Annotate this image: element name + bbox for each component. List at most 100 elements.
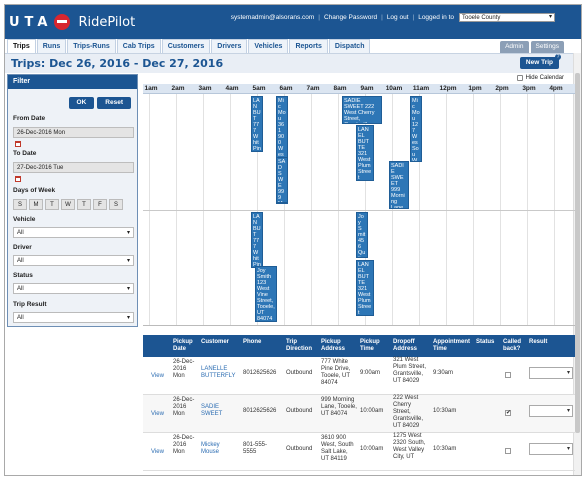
hour-label: 1am [144, 85, 158, 92]
table-header: Pickup Date Customer Phone Trip Directio… [143, 335, 575, 357]
driver-select[interactable]: All [13, 255, 134, 266]
hour-label: 9am [360, 85, 374, 92]
th-customer[interactable]: Customer [201, 335, 231, 346]
trip-event[interactable]: LAN BUT 777 Whit Pine Drive Tooe UT 840 [251, 212, 263, 268]
tab-trips[interactable]: Trips [7, 39, 36, 53]
tab-reports[interactable]: Reports [289, 39, 328, 53]
hour-label: 4am [225, 85, 239, 92]
th-status[interactable]: Status [476, 335, 500, 346]
cell-pickup-time: 9:00am [360, 370, 381, 376]
tab-trips-runs[interactable]: Trips-Runs [67, 39, 116, 53]
uta-ridepilot-logo[interactable]: UTA RidePilot [9, 11, 135, 33]
scrollbar-thumb[interactable] [575, 73, 580, 433]
called-back-checkbox[interactable] [505, 409, 511, 416]
tab-drivers[interactable]: Drivers [211, 39, 248, 53]
tab-vehicles[interactable]: Vehicles [248, 39, 289, 53]
customer-link[interactable]: LANELLE BUTTERFLY [201, 366, 241, 380]
calendar-icon[interactable] [15, 176, 21, 182]
hour-label: 7am [306, 85, 320, 92]
filter-buttons: OK Reset [66, 97, 131, 109]
county-select[interactable]: Tooele County [459, 13, 555, 22]
hour-label: 1pm [468, 85, 482, 92]
th-pickup-address[interactable]: Pickup Address [321, 335, 357, 353]
cell-pickup-address: 3610 900 West, South Salt Lake, UT 84119 [321, 435, 354, 462]
from-date-label: From Date [13, 115, 46, 122]
day-wed[interactable]: W [61, 199, 75, 210]
trip-event[interactable]: LANEL BUTTE 321 West Plum Street Grants … [356, 260, 374, 316]
tab-settings[interactable]: Settings [530, 41, 564, 53]
app-window: UTA RidePilot systemadmin@alsorans.com |… [4, 4, 582, 476]
cell-pickup-address: 777 White Pine Drive, Tooele, UT 84074 [321, 359, 351, 386]
result-select[interactable] [529, 405, 573, 417]
days-of-week-picker: S M T W T F S [13, 199, 125, 210]
trip-result-select[interactable]: All [13, 312, 134, 323]
to-date-input[interactable]: 27-Dec-2016 Tue [13, 162, 134, 173]
to-date-label: To Date [13, 150, 37, 157]
hide-calendar-checkbox[interactable] [516, 75, 523, 81]
hour-label: 2am [171, 85, 185, 92]
cell-pickup-time: 10:00am [360, 408, 384, 414]
logout-link[interactable]: Log out [387, 14, 409, 21]
tab-customers[interactable]: Customers [161, 39, 211, 53]
calendar-body: LAN BUT 777 Whit Pine Drive Tooele UT 84… [143, 94, 575, 326]
th-appointment-time[interactable]: Appointment Time [433, 335, 475, 353]
new-trip-button[interactable]: New Trip [519, 57, 559, 69]
called-back-checkbox[interactable] [505, 372, 511, 378]
view-link[interactable]: View [151, 411, 164, 418]
trip-event[interactable]: Joy Smit 456 Quit Stre Gran UT 840 [356, 212, 368, 258]
day-sun[interactable]: S [13, 199, 27, 210]
day-tue[interactable]: T [45, 199, 59, 210]
customer-link[interactable]: Mickey Mouse [201, 442, 229, 456]
table-row: View 26-Dec-2016 Mon Mickey Mouse 801-55… [143, 433, 575, 471]
th-pickup-date[interactable]: Pickup Date [173, 335, 199, 353]
customer-link[interactable]: SADIE SWEET [201, 404, 229, 418]
cell-pickup-date: 26-Dec-2016 Mon [173, 359, 195, 379]
th-trip-direction[interactable]: Trip Direction [286, 335, 316, 353]
status-select[interactable]: All [13, 283, 134, 294]
trip-event[interactable]: SAD SWE 999 Mor Lan Tooe UT 840 [276, 157, 288, 203]
result-select[interactable] [529, 367, 573, 379]
day-thu[interactable]: T [77, 199, 91, 210]
ok-button[interactable]: OK [68, 97, 95, 109]
cell-direction: Outbound [286, 370, 313, 376]
th-phone[interactable]: Phone [243, 335, 273, 346]
day-fri[interactable]: F [93, 199, 107, 210]
table-row: View 26-Dec-2016 Mon SADIE SWEET 8012625… [143, 395, 575, 433]
from-date-input[interactable]: 26-Dec-2016 Mon [13, 127, 134, 138]
day-mon[interactable]: M [29, 199, 43, 210]
view-link[interactable]: View [151, 449, 164, 456]
cell-direction: Outbound [286, 446, 313, 452]
change-password-link[interactable]: Change Password [324, 14, 377, 21]
status-label: Status [13, 272, 33, 279]
th-result[interactable]: Result [529, 335, 553, 346]
help-icon[interactable]: ? [555, 54, 561, 60]
trip-result-label: Trip Result [13, 301, 47, 308]
th-called-back[interactable]: Called back? [503, 335, 525, 353]
trip-event[interactable]: SADIE SWEET 222 West Cherry Street, Gran… [342, 96, 382, 124]
cell-dropoff-address: 1275 West 2320 South, West Valley City, … [393, 433, 426, 460]
cell-pickup-date: 26-Dec-2016 Mon [173, 435, 195, 455]
tab-runs[interactable]: Runs [36, 39, 67, 53]
reset-button[interactable]: Reset [97, 97, 131, 109]
hour-label: 5am [252, 85, 266, 92]
hour-label: 3am [198, 85, 212, 92]
called-back-checkbox[interactable] [505, 448, 511, 454]
trip-event[interactable]: LANEL BUTTE 321 West Plum Street Grants … [356, 125, 374, 181]
tab-dispatch[interactable]: Dispatch [328, 39, 371, 53]
logo-uta-text: UTA [9, 14, 53, 30]
th-dropoff-address[interactable]: Dropoff Address [393, 335, 429, 353]
trip-event[interactable]: Mic Mou 127 Wes Sou Wes Vall City UT 841 [410, 96, 422, 162]
day-sat[interactable]: S [109, 199, 123, 210]
hide-calendar-toggle[interactable]: Hide Calendar [516, 75, 564, 81]
vehicle-select[interactable]: All [13, 227, 134, 238]
th-pickup-time[interactable]: Pickup Time [360, 335, 384, 353]
trip-event[interactable]: SADIE SWEET 999 Morning Lane, Tooele, UT… [389, 161, 409, 209]
view-link[interactable]: View [151, 373, 164, 380]
trip-event[interactable]: Joy Smith 123 West Vine Street, Tooele, … [255, 266, 277, 322]
hour-label: 10am [385, 85, 403, 92]
trip-event[interactable]: LAN BUT 777 Whit Pine Drive Tooele UT 84… [251, 96, 263, 152]
tab-cab-trips[interactable]: Cab Trips [116, 39, 161, 53]
tab-admin[interactable]: Admin [500, 41, 529, 53]
result-select[interactable] [529, 443, 573, 455]
calendar-icon[interactable] [15, 141, 21, 147]
